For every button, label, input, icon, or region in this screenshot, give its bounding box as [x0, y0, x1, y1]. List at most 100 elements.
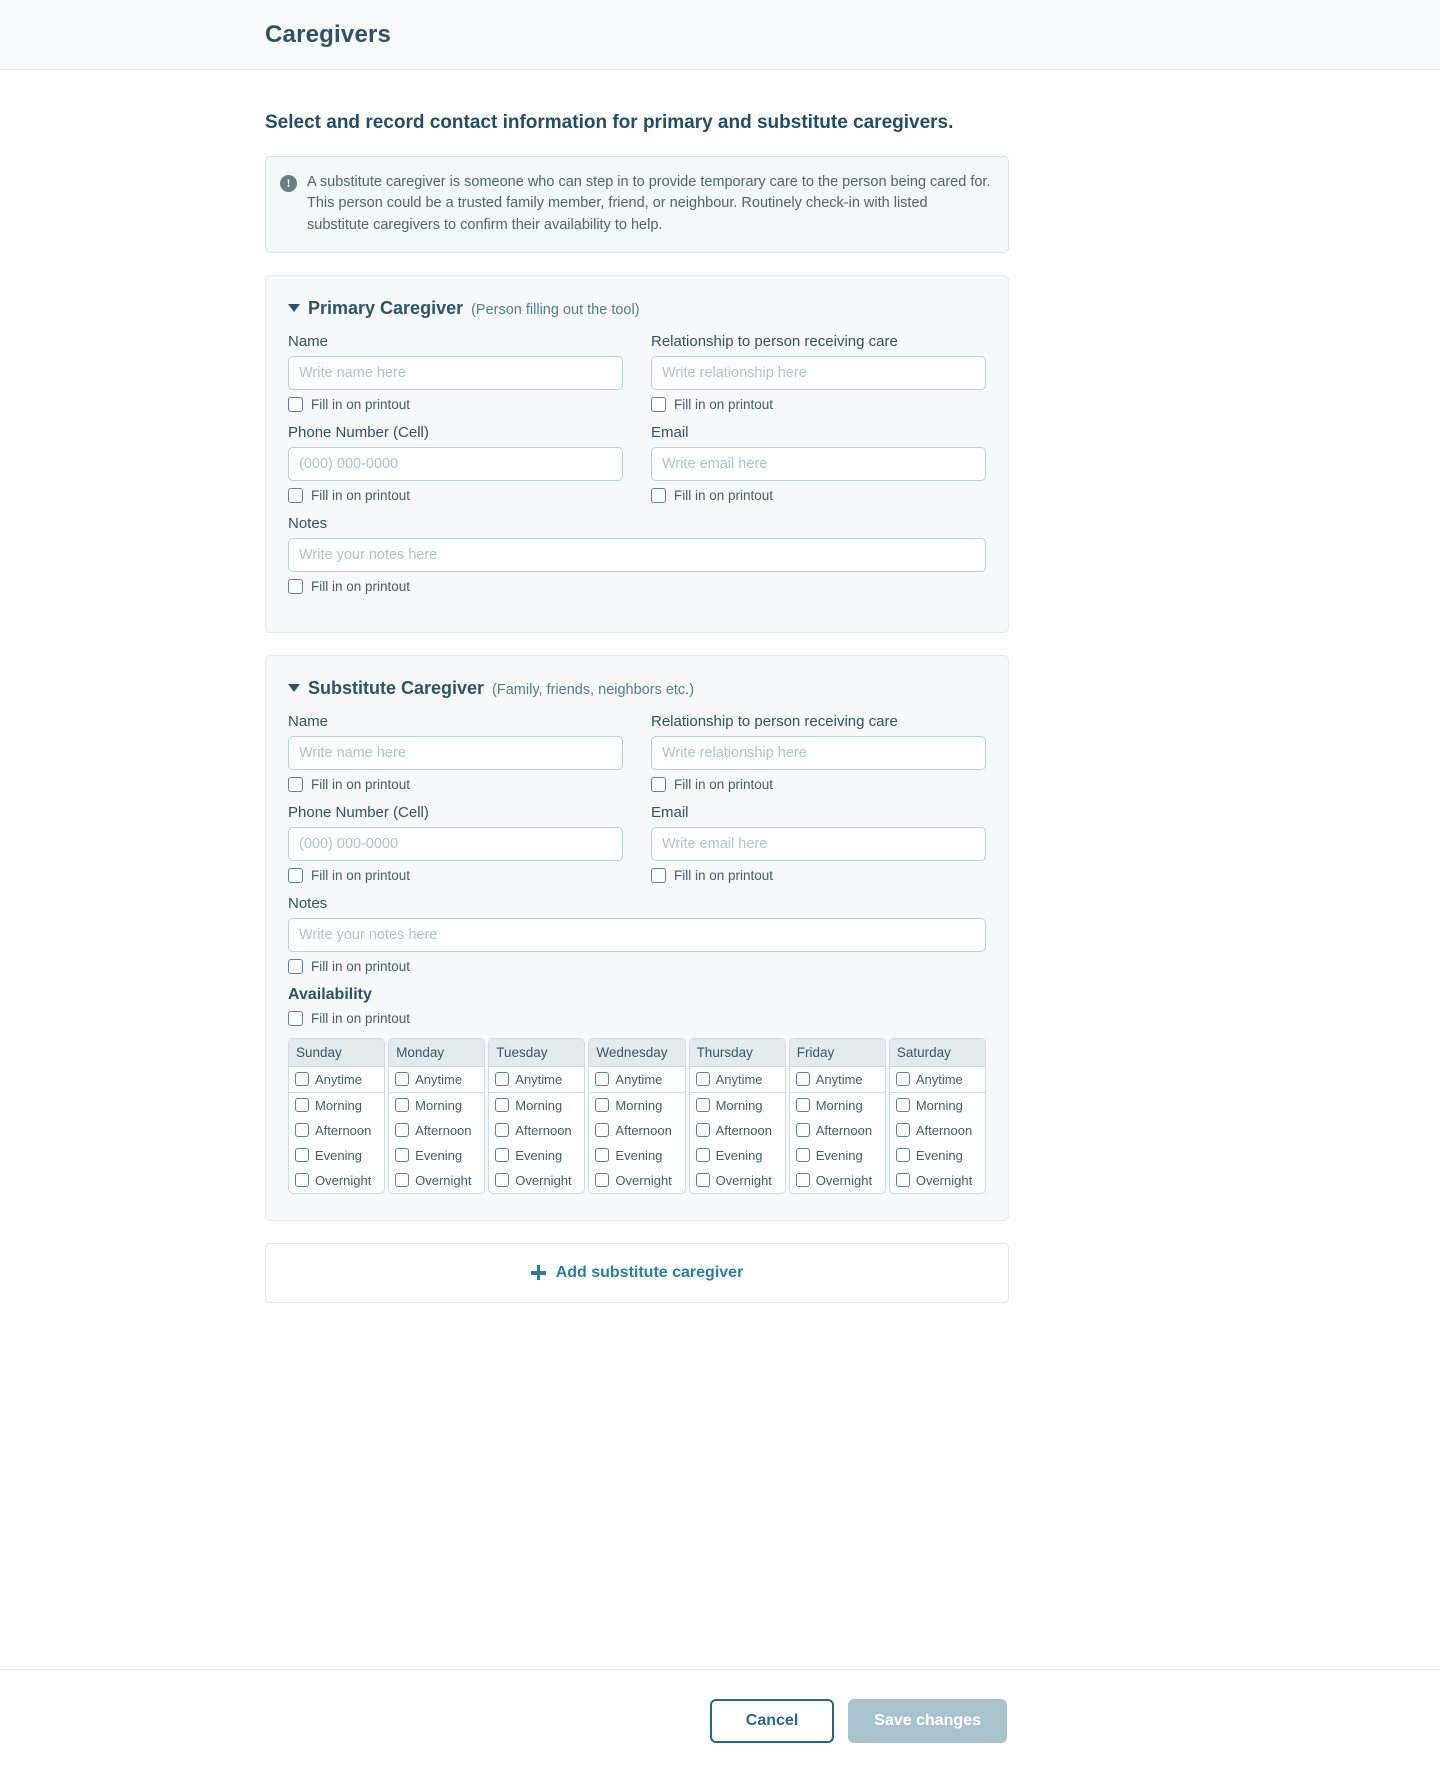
- availability-slot-checkbox[interactable]: [595, 1072, 610, 1087]
- availability-slot-row[interactable]: Evening: [289, 1143, 384, 1168]
- substitute-email-printout-checkbox[interactable]: [651, 867, 666, 883]
- availability-slot-row[interactable]: Overnight: [589, 1168, 684, 1193]
- primary-relationship-printout-row[interactable]: Fill in on printout: [651, 396, 986, 412]
- availability-slot-checkbox[interactable]: [295, 1173, 309, 1188]
- availability-slot-row[interactable]: Morning: [790, 1093, 885, 1118]
- primary-notes-input[interactable]: [288, 537, 986, 572]
- availability-slot-row[interactable]: Afternoon: [289, 1118, 384, 1143]
- cancel-button[interactable]: Cancel: [709, 1699, 835, 1743]
- availability-slot-row[interactable]: Anytime: [289, 1067, 385, 1093]
- save-changes-button[interactable]: Save changes: [848, 1699, 1007, 1743]
- primary-email-input[interactable]: [651, 446, 986, 481]
- availability-slot-row[interactable]: Morning: [890, 1093, 985, 1118]
- availability-slot-row[interactable]: Afternoon: [589, 1118, 684, 1143]
- availability-slot-row[interactable]: Overnight: [289, 1168, 384, 1193]
- availability-slot-row[interactable]: Evening: [389, 1143, 484, 1168]
- availability-printout-row[interactable]: Fill in on printout: [288, 1010, 986, 1026]
- availability-printout-checkbox[interactable]: [288, 1010, 303, 1026]
- availability-slot-row[interactable]: Overnight: [890, 1168, 985, 1193]
- availability-slot-checkbox[interactable]: [395, 1123, 410, 1138]
- substitute-relationship-input[interactable]: [651, 735, 986, 770]
- substitute-phone-printout-checkbox[interactable]: [288, 867, 303, 883]
- availability-slot-checkbox[interactable]: [295, 1072, 309, 1087]
- availability-slot-row[interactable]: Overnight: [389, 1168, 484, 1193]
- availability-slot-row[interactable]: Evening: [489, 1143, 584, 1168]
- availability-slot-row[interactable]: Overnight: [790, 1168, 885, 1193]
- substitute-phone-printout-row[interactable]: Fill in on printout: [288, 867, 623, 883]
- availability-slot-checkbox[interactable]: [395, 1173, 410, 1188]
- availability-slot-checkbox[interactable]: [695, 1098, 710, 1113]
- availability-slot-checkbox[interactable]: [595, 1123, 610, 1138]
- availability-slot-checkbox[interactable]: [795, 1173, 810, 1188]
- primary-caregiver-header[interactable]: Primary Caregiver (Person filling out th…: [288, 298, 986, 319]
- chevron-down-icon[interactable]: [288, 304, 300, 313]
- availability-slot-row[interactable]: Morning: [389, 1093, 484, 1118]
- substitute-relationship-printout-row[interactable]: Fill in on printout: [651, 776, 986, 792]
- availability-slot-checkbox[interactable]: [395, 1072, 410, 1087]
- substitute-name-printout-row[interactable]: Fill in on printout: [288, 776, 623, 792]
- availability-slot-checkbox[interactable]: [495, 1148, 510, 1163]
- add-substitute-caregiver-button[interactable]: Add substitute caregiver: [265, 1242, 1009, 1303]
- availability-slot-row[interactable]: Anytime: [589, 1067, 685, 1093]
- availability-slot-checkbox[interactable]: [295, 1098, 309, 1113]
- primary-relationship-printout-checkbox[interactable]: [651, 396, 666, 412]
- availability-slot-checkbox[interactable]: [795, 1098, 810, 1113]
- availability-slot-checkbox[interactable]: [495, 1173, 510, 1188]
- availability-slot-row[interactable]: Morning: [289, 1093, 384, 1118]
- availability-slot-checkbox[interactable]: [695, 1123, 710, 1138]
- availability-slot-row[interactable]: Afternoon: [890, 1118, 985, 1143]
- availability-slot-checkbox[interactable]: [695, 1173, 710, 1188]
- availability-slot-checkbox[interactable]: [895, 1148, 910, 1163]
- availability-slot-row[interactable]: Evening: [589, 1143, 684, 1168]
- substitute-notes-printout-row[interactable]: Fill in on printout: [288, 958, 986, 974]
- primary-notes-printout-row[interactable]: Fill in on printout: [288, 578, 986, 594]
- availability-slot-row[interactable]: Anytime: [789, 1067, 885, 1093]
- availability-slot-checkbox[interactable]: [895, 1123, 910, 1138]
- primary-phone-printout-checkbox[interactable]: [288, 487, 303, 503]
- substitute-notes-printout-checkbox[interactable]: [288, 958, 303, 974]
- primary-relationship-input[interactable]: [651, 355, 986, 390]
- availability-slot-checkbox[interactable]: [795, 1072, 810, 1087]
- availability-slot-checkbox[interactable]: [895, 1173, 910, 1188]
- substitute-name-input[interactable]: [288, 735, 623, 770]
- primary-name-printout-row[interactable]: Fill in on printout: [288, 396, 623, 412]
- substitute-email-printout-row[interactable]: Fill in on printout: [651, 867, 986, 883]
- availability-slot-checkbox[interactable]: [295, 1148, 309, 1163]
- substitute-phone-input[interactable]: [288, 826, 623, 861]
- primary-name-input[interactable]: [288, 355, 623, 390]
- availability-slot-row[interactable]: Overnight: [690, 1168, 785, 1193]
- availability-slot-row[interactable]: Evening: [690, 1143, 785, 1168]
- availability-slot-checkbox[interactable]: [395, 1098, 410, 1113]
- primary-email-printout-row[interactable]: Fill in on printout: [651, 487, 986, 503]
- substitute-name-printout-checkbox[interactable]: [288, 776, 303, 792]
- availability-slot-checkbox[interactable]: [495, 1123, 510, 1138]
- availability-slot-checkbox[interactable]: [795, 1148, 810, 1163]
- availability-slot-checkbox[interactable]: [795, 1123, 810, 1138]
- availability-slot-checkbox[interactable]: [495, 1098, 510, 1113]
- availability-slot-checkbox[interactable]: [695, 1148, 710, 1163]
- chevron-down-icon[interactable]: [288, 684, 300, 693]
- availability-slot-row[interactable]: Anytime: [689, 1067, 785, 1093]
- primary-email-printout-checkbox[interactable]: [651, 487, 666, 503]
- substitute-email-input[interactable]: [651, 826, 986, 861]
- availability-slot-row[interactable]: Anytime: [389, 1067, 485, 1093]
- availability-slot-checkbox[interactable]: [595, 1148, 610, 1163]
- primary-notes-printout-checkbox[interactable]: [288, 578, 303, 594]
- availability-slot-row[interactable]: Anytime: [889, 1067, 985, 1093]
- availability-slot-checkbox[interactable]: [595, 1098, 610, 1113]
- availability-slot-checkbox[interactable]: [895, 1098, 910, 1113]
- substitute-relationship-printout-checkbox[interactable]: [651, 776, 666, 792]
- availability-slot-checkbox[interactable]: [395, 1148, 410, 1163]
- availability-slot-checkbox[interactable]: [495, 1072, 510, 1087]
- availability-slot-row[interactable]: Morning: [489, 1093, 584, 1118]
- availability-slot-checkbox[interactable]: [595, 1173, 610, 1188]
- availability-slot-row[interactable]: Afternoon: [690, 1118, 785, 1143]
- availability-slot-row[interactable]: Evening: [790, 1143, 885, 1168]
- availability-slot-checkbox[interactable]: [895, 1072, 910, 1087]
- availability-slot-row[interactable]: Afternoon: [389, 1118, 484, 1143]
- availability-slot-row[interactable]: Anytime: [489, 1067, 585, 1093]
- primary-phone-input[interactable]: [288, 446, 623, 481]
- availability-slot-row[interactable]: Morning: [690, 1093, 785, 1118]
- availability-slot-row[interactable]: Afternoon: [489, 1118, 584, 1143]
- substitute-notes-input[interactable]: [288, 917, 986, 952]
